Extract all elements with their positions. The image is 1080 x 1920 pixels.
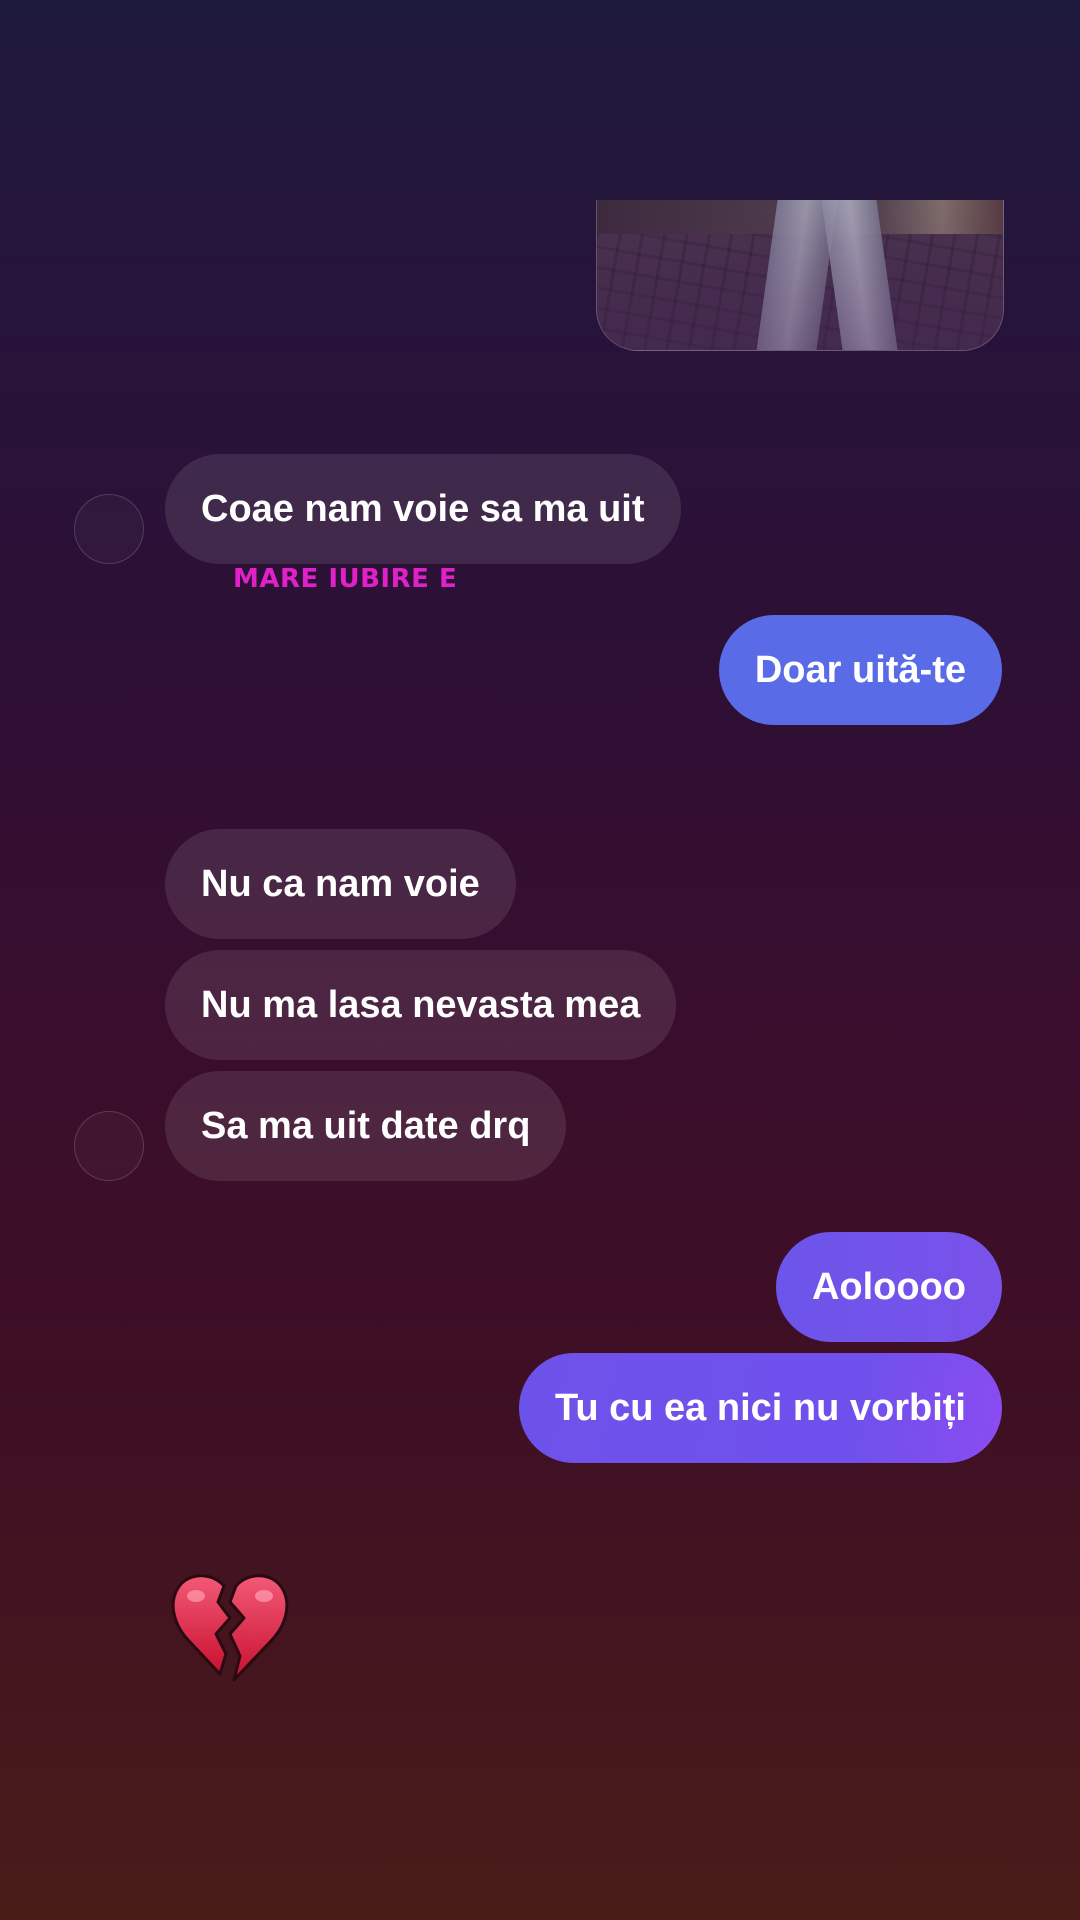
shared-video-thumbnail[interactable]: [596, 200, 1004, 351]
outgoing-message-bubble[interactable]: Doar uită-te: [718, 615, 1002, 725]
contact-avatar[interactable]: [74, 1111, 144, 1181]
outgoing-message-bubble[interactable]: Aoloooo: [775, 1232, 1002, 1342]
contact-avatar[interactable]: [74, 494, 144, 564]
incoming-message-bubble[interactable]: Coae nam voie sa ma uit: [165, 454, 681, 564]
incoming-message-bubble[interactable]: Sa ma uit date drq: [165, 1071, 567, 1181]
incoming-message-bubble[interactable]: Nu ma lasa nevasta mea: [165, 950, 677, 1060]
broken-heart-icon: [171, 1574, 289, 1682]
outgoing-message-bubble[interactable]: Tu cu ea nici nu vorbiți: [518, 1353, 1002, 1463]
overlay-caption: MARE IUBIRE E: [233, 564, 458, 594]
thumbnail-overlay: [597, 200, 1003, 350]
incoming-message-bubble[interactable]: Nu ca nam voie: [165, 829, 516, 939]
